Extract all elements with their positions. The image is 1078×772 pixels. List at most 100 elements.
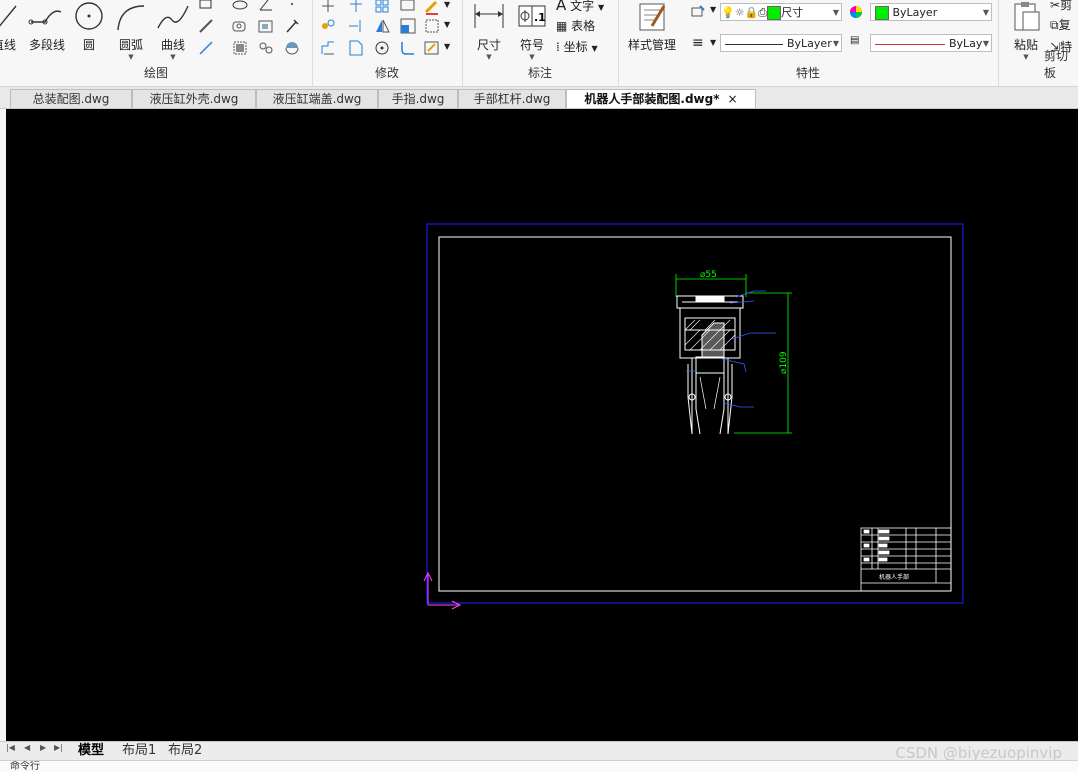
tab-robot-hand-assembly[interactable]: 机器人手部装配图.dwg* ×: [566, 89, 756, 108]
construction-line-icon[interactable]: [198, 18, 214, 34]
coordinate-tool[interactable]: ⁞ 坐标 ▼: [556, 38, 598, 55]
dimension-tool[interactable]: 尺寸 ▼: [470, 2, 508, 61]
title-block: [860, 527, 952, 592]
fillet-icon[interactable]: [400, 40, 416, 56]
command-line[interactable]: 命令行: [0, 760, 1078, 772]
svg-text:.1: .1: [534, 11, 546, 24]
symbol-dropdown-icon[interactable]: ▼: [514, 53, 550, 61]
curve-dropdown-icon[interactable]: ▼: [154, 53, 192, 61]
dimension-side-label: ⌀109: [779, 351, 789, 374]
tab-cylinder-cap[interactable]: 液压缸端盖.dwg: [256, 89, 378, 108]
copy-object-icon[interactable]: [320, 18, 336, 34]
arc-icon: [117, 5, 145, 31]
dimension-dropdown-icon[interactable]: ▼: [470, 53, 508, 61]
offset-icon[interactable]: [320, 40, 336, 56]
document-tabs: 总装配图.dwg 液压缸外壳.dwg 液压缸端盖.dwg 手指.dwg 手部杠杆…: [0, 87, 1078, 109]
paste-icon: [1014, 2, 1040, 31]
revision-cloud-icon[interactable]: [232, 18, 248, 34]
document-icon[interactable]: [348, 40, 364, 56]
first-layout-icon[interactable]: |◀: [6, 743, 15, 752]
last-layout-icon[interactable]: ▶|: [54, 743, 63, 752]
symbol-tool[interactable]: .1 符号 ▼: [514, 2, 550, 61]
move-icon[interactable]: [320, 0, 336, 16]
title-block-name: 机器人手部: [879, 573, 909, 581]
tab-cylinder-shell[interactable]: 液压缸外壳.dwg: [132, 89, 256, 108]
lineweight-dropdown[interactable]: ByLay ▼: [870, 34, 992, 52]
dimension-icon: [474, 4, 504, 28]
lineweight-dropdown-arrow-icon: ▼: [982, 39, 989, 48]
paste-tool[interactable]: 粘贴 ▼: [1006, 2, 1046, 61]
color-dropdown[interactable]: ByLayer ▼: [870, 3, 992, 21]
clipboard-group-label: 剪切板: [1044, 49, 1069, 80]
clipboard-group: 粘贴 ▼ ✂剪 ⧉复 ⇲特 剪切板: [998, 0, 1078, 86]
wipeout-icon[interactable]: [284, 40, 300, 56]
stretch-dropdown-icon[interactable]: ▼: [444, 20, 450, 29]
scale-icon[interactable]: [400, 18, 416, 34]
layout-tab-layout1[interactable]: 布局1: [122, 742, 156, 759]
stretch-icon[interactable]: [424, 18, 440, 34]
mirror-icon[interactable]: [374, 18, 390, 34]
geometric-tolerance-icon: .1: [518, 5, 546, 27]
properties-edit-icon[interactable]: [424, 40, 440, 56]
polyline-tool[interactable]: 多段线: [26, 2, 68, 53]
cut-tool[interactable]: ✂剪: [1050, 0, 1072, 13]
properties-edit-dropdown-icon[interactable]: ▼: [444, 42, 450, 51]
modify-group: ▼ ▼ ▼ 修改: [312, 0, 463, 86]
properties-group-label: 特性: [795, 66, 820, 80]
next-layout-icon[interactable]: ▶: [40, 743, 46, 752]
angle-icon[interactable]: [258, 0, 274, 16]
tab-close-icon[interactable]: ×: [728, 92, 738, 106]
circle-tool[interactable]: 圆: [72, 2, 106, 53]
ellipse-icon[interactable]: [232, 0, 248, 16]
prev-layout-icon[interactable]: ◀: [24, 743, 30, 752]
annotation-group-label: 标注: [527, 66, 552, 80]
point-icon[interactable]: [284, 0, 300, 16]
erase-box-icon[interactable]: [400, 0, 416, 16]
linetype-dropdown-icon[interactable]: ▼: [710, 38, 716, 47]
lightbulb-icon: 💡: [721, 6, 735, 19]
curve-icon: [157, 5, 189, 29]
arc-dropdown-icon[interactable]: ▼: [112, 53, 150, 61]
modify-group-label: 修改: [374, 66, 399, 80]
drawing-canvas[interactable]: 机器人手部 ⌀55 ⌀109: [6, 109, 1078, 741]
tab-assembly[interactable]: 总装配图.dwg: [10, 89, 132, 108]
extend-icon[interactable]: [348, 18, 364, 34]
array-icon[interactable]: [374, 0, 390, 16]
text-tool[interactable]: A 文字 ▼: [556, 0, 604, 14]
layer-dropdown[interactable]: 💡☼🔒⎙ 尺寸 ▼: [720, 3, 842, 21]
line-tool[interactable]: 直线: [0, 2, 20, 53]
pick-icon[interactable]: [284, 18, 300, 34]
arc-tool[interactable]: 圆弧 ▼: [112, 2, 150, 61]
curve-tool[interactable]: 曲线 ▼: [154, 2, 192, 61]
lineweight-preview-icon: [875, 43, 945, 45]
paste-dropdown-icon[interactable]: ▼: [1006, 53, 1046, 61]
rectangle-icon[interactable]: [198, 0, 214, 16]
style-manager-tool[interactable]: 样式管理: [622, 2, 682, 53]
color-wheel-icon[interactable]: [848, 4, 864, 20]
match-properties-icon[interactable]: [690, 4, 706, 20]
table-tool[interactable]: ▦ 表格: [556, 17, 595, 34]
pencil-icon[interactable]: [424, 0, 440, 16]
match-properties-dropdown-icon[interactable]: ▼: [710, 5, 716, 14]
layer-dropdown-arrow-icon: ▼: [832, 8, 839, 17]
boundary-icon[interactable]: [258, 18, 274, 34]
copy-tool[interactable]: ⧉复: [1050, 16, 1071, 33]
style-manager-icon: [639, 3, 666, 31]
layout-tab-layout2[interactable]: 布局2: [168, 742, 202, 759]
region-icon[interactable]: [258, 40, 274, 56]
color-dropdown-arrow-icon: ▼: [982, 8, 989, 17]
trim-icon[interactable]: [348, 0, 364, 16]
linetype-dropdown[interactable]: ByLayer ▼: [720, 34, 842, 52]
layout-tab-model[interactable]: 模型: [78, 742, 104, 759]
hatch-icon[interactable]: [232, 40, 248, 56]
copy-icon: ⧉: [1050, 18, 1059, 32]
draw-group-label: 绘图: [143, 66, 168, 80]
robot-hand-drawing: [676, 295, 744, 435]
tab-finger[interactable]: 手指.dwg: [378, 89, 458, 108]
pencil-dropdown-icon[interactable]: ▼: [444, 0, 450, 9]
rotate-icon[interactable]: [374, 40, 390, 56]
lineweight-icon: ▤: [850, 35, 860, 46]
tab-hand-lever[interactable]: 手部杠杆.dwg: [458, 89, 566, 108]
ray-icon[interactable]: [198, 40, 214, 56]
coordinate-icon: ⁞: [556, 40, 560, 54]
